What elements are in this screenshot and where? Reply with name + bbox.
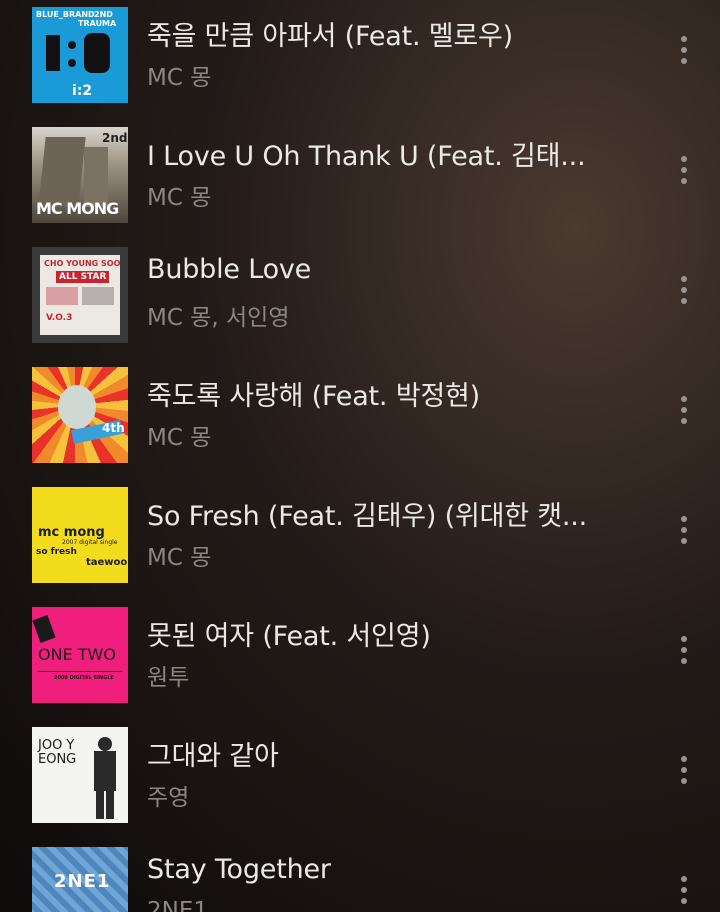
album-art-text: V.O.3	[46, 313, 73, 323]
album-art-text: 2ND	[94, 10, 113, 19]
album-art-text: 2007 digital single	[62, 539, 118, 546]
album-art-text: so fresh	[36, 547, 77, 557]
track-artist: MC 몽, 서인영	[147, 305, 290, 331]
track-row[interactable]: 2NE1 Stay Together 2NE1	[0, 830, 720, 912]
track-row[interactable]: JOO YEONG 그대와 같아 주영	[0, 710, 720, 830]
track-title: 죽도록 사랑해 (Feat. 박정현)	[147, 381, 480, 412]
album-art-text: MC MONG	[36, 199, 119, 218]
track-artist: 원투	[147, 665, 190, 691]
album-art-text: BLUE_BRAND	[36, 10, 95, 19]
album-art-text: ONE TWO	[38, 645, 116, 664]
album-art: BLUE_BRAND 2ND TRAUMA i:2	[32, 7, 128, 103]
track-artist: MC 몽	[147, 65, 212, 91]
album-art-text: CHO YOUNG SOO	[44, 259, 121, 268]
album-art: 2nd MC MONG	[32, 127, 128, 223]
track-row[interactable]: ONE TWO 2008 DIGITAL SINGLE 못된 여자 (Feat.…	[0, 590, 720, 710]
more-vertical-icon[interactable]	[668, 870, 700, 910]
album-art: 4th	[32, 367, 128, 463]
album-art: 2NE1	[32, 847, 128, 912]
track-title: 못된 여자 (Feat. 서인영)	[147, 621, 431, 652]
album-art-text: JOO YEONG	[38, 738, 77, 767]
album-art: ONE TWO 2008 DIGITAL SINGLE	[32, 607, 128, 703]
more-vertical-icon[interactable]	[668, 30, 700, 70]
track-title: 죽을 만큼 아파서 (Feat. 멜로우)	[147, 21, 513, 52]
more-vertical-icon[interactable]	[668, 630, 700, 670]
more-vertical-icon[interactable]	[668, 390, 700, 430]
album-art-text: taewoo	[86, 557, 128, 568]
album-art-text: 2008 DIGITAL SINGLE	[54, 675, 114, 681]
track-artist: MC 몽	[147, 545, 212, 571]
track-list: BLUE_BRAND 2ND TRAUMA i:2 죽을 만큼 아파서 (Fea…	[0, 0, 720, 912]
track-artist: 2NE1	[147, 898, 209, 912]
track-row[interactable]: mc mong 2007 digital single so fresh tae…	[0, 470, 720, 590]
album-art-text: 4th	[102, 421, 125, 435]
track-artist: MC 몽	[147, 185, 212, 211]
album-art-text: ALL STAR	[56, 271, 110, 283]
album-art-text: 2NE1	[54, 871, 111, 892]
track-row[interactable]: 2nd MC MONG I Love U Oh Thank U (Feat. 김…	[0, 110, 720, 230]
album-art-text: mc mong	[38, 525, 105, 540]
track-title: Stay Together	[147, 854, 331, 885]
more-vertical-icon[interactable]	[668, 150, 700, 190]
track-row[interactable]: CHO YOUNG SOO ALL STAR V.O.3 Bubble Love…	[0, 230, 720, 350]
track-artist: 주영	[147, 785, 190, 811]
track-artist: MC 몽	[147, 425, 212, 451]
track-row[interactable]: BLUE_BRAND 2ND TRAUMA i:2 죽을 만큼 아파서 (Fea…	[0, 0, 720, 110]
album-art: CHO YOUNG SOO ALL STAR V.O.3	[32, 247, 128, 343]
track-title: So Fresh (Feat. 김태우) (위대한 캣...	[147, 501, 588, 532]
more-vertical-icon[interactable]	[668, 270, 700, 310]
track-row[interactable]: 4th 죽도록 사랑해 (Feat. 박정현) MC 몽	[0, 350, 720, 470]
album-art-text: i:2	[72, 83, 93, 99]
track-title: Bubble Love	[147, 254, 312, 285]
album-art: mc mong 2007 digital single so fresh tae…	[32, 487, 128, 583]
album-art: JOO YEONG	[32, 727, 128, 823]
album-art-text: 2nd	[102, 131, 128, 145]
more-vertical-icon[interactable]	[668, 510, 700, 550]
more-vertical-icon[interactable]	[668, 750, 700, 790]
track-title: I Love U Oh Thank U (Feat. 김태...	[147, 141, 586, 172]
track-title: 그대와 같아	[147, 741, 279, 772]
album-art-text: TRAUMA	[78, 19, 117, 28]
